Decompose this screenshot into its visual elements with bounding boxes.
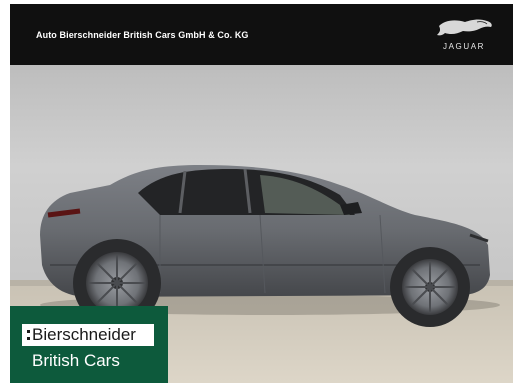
listing-image: Auto Bierschneider British Cars GmbH & C… — [10, 4, 513, 383]
jaguar-wordmark: JAGUAR — [442, 42, 486, 51]
badge-line-1: Bierschneider — [32, 325, 136, 344]
colon-mark-icon — [27, 328, 30, 342]
dealer-header: Auto Bierschneider British Cars GmbH & C… — [10, 4, 513, 65]
dealer-badge: Bierschneider British Cars — [10, 306, 168, 383]
dealer-name: Auto Bierschneider British Cars GmbH & C… — [36, 30, 249, 40]
badge-line-2: British Cars — [32, 351, 120, 370]
badge-label-box: Bierschneider — [22, 324, 154, 346]
jaguar-leaper-icon — [437, 19, 492, 36]
jaguar-logo: JAGUAR — [429, 16, 499, 56]
